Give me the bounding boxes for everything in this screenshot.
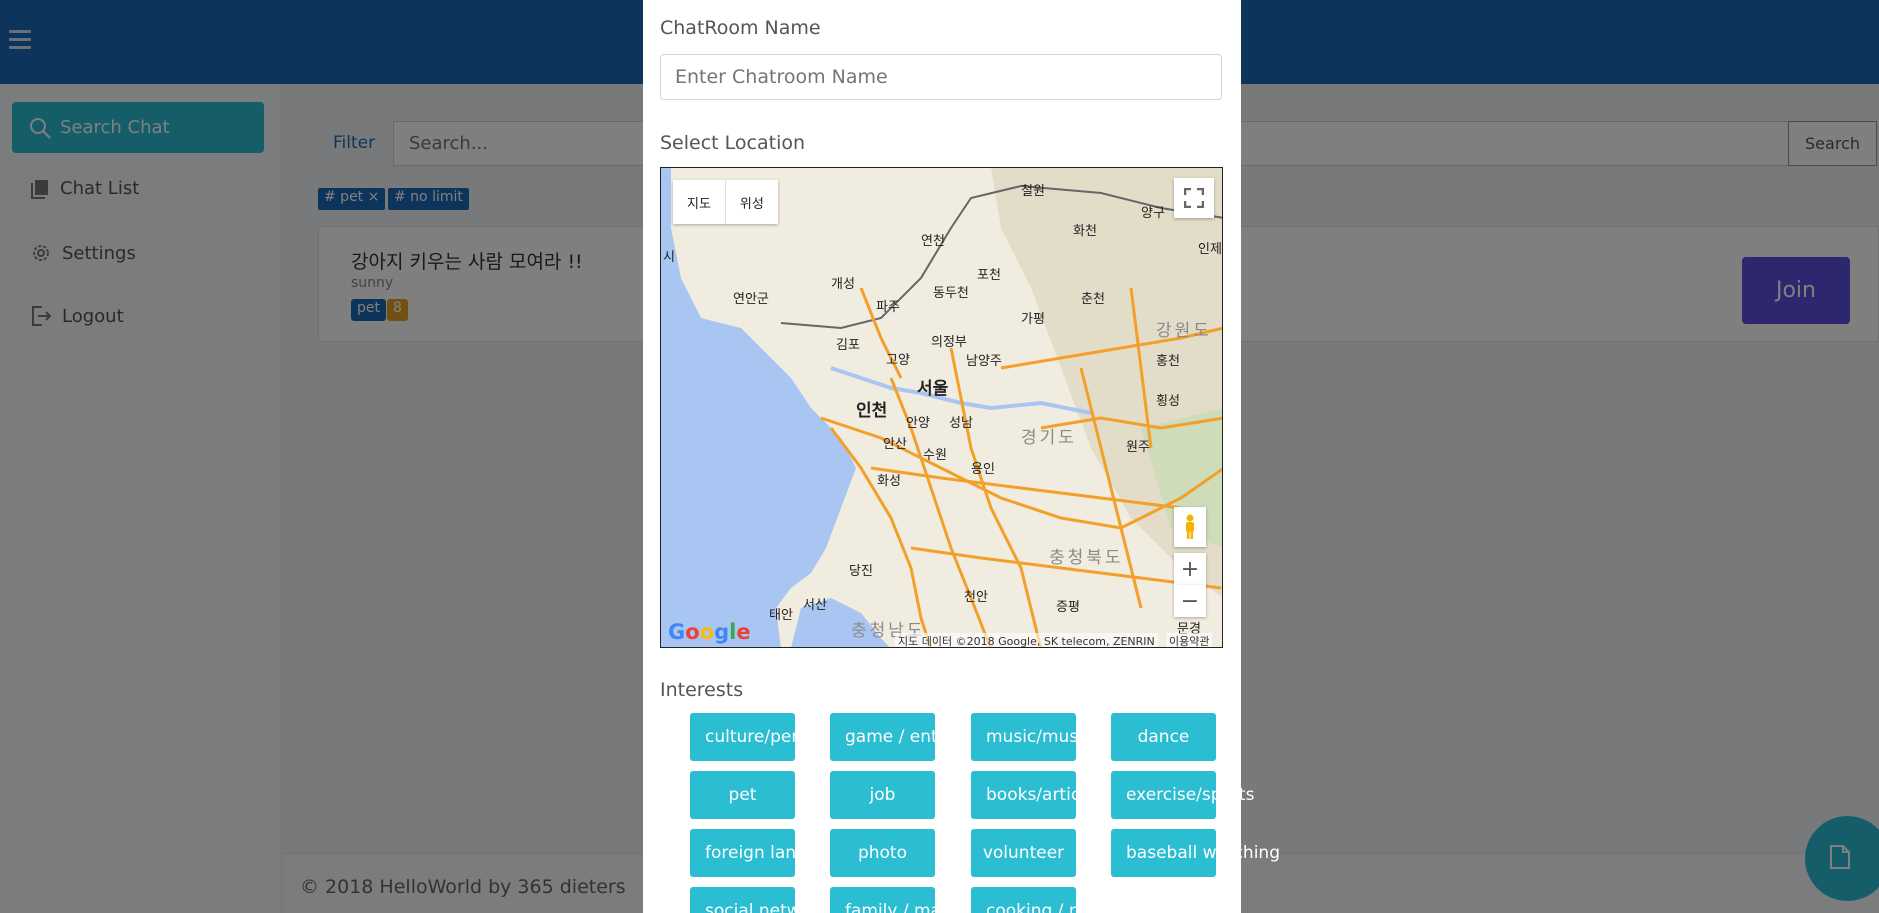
map-city-label: 양구	[1141, 206, 1165, 221]
google-logo: Google	[668, 620, 751, 644]
map-city-label: 김포	[836, 338, 860, 353]
map-city-label: 홍천	[1156, 354, 1180, 369]
map-region-label: 충청북도	[1049, 548, 1124, 568]
chatroom-name-label: ChatRoom Name	[660, 17, 821, 39]
map-city-label: 화성	[877, 474, 901, 489]
map-type-map-button[interactable]: 지도	[673, 180, 726, 224]
map-terms-link[interactable]: 이용약관	[1166, 633, 1213, 647]
map-city-label: 의정부	[931, 335, 967, 350]
map-city-label: 횡성	[1156, 394, 1180, 409]
map-city-label: 인제	[1198, 242, 1222, 257]
interest-social-network[interactable]: social network	[690, 887, 795, 913]
map-city-label: 개성	[831, 277, 855, 292]
map-city-label: 용인	[971, 462, 995, 477]
interest-game-entertainment[interactable]: game / entertainment	[830, 713, 935, 761]
map-copyright: 지도 데이터 ©2018 Google, SK telecom, ZENRIN	[895, 633, 1158, 647]
map-city-label: 동두천	[933, 286, 969, 301]
street-view-pegman-icon[interactable]	[1174, 507, 1206, 547]
map-city-label: 연안군	[733, 292, 769, 307]
map-city-label: 고양	[886, 353, 910, 368]
map-city-label: 연천	[921, 234, 945, 249]
map-city-label-seoul: 서울	[917, 379, 949, 399]
interest-baseball-watching[interactable]: baseball watching	[1111, 829, 1280, 877]
interests-label: Interests	[660, 679, 744, 701]
interest-foreign-language[interactable]: foreign language	[690, 829, 795, 877]
location-map[interactable]: 지도 위성 + − 철원 화천 양구 인제 연천 포천 춘천 개성 동두천 파주…	[660, 167, 1223, 648]
map-city-label: 포천	[977, 268, 1001, 283]
interest-family-marriage[interactable]: family / marriage	[830, 887, 935, 913]
map-city-label: 시	[663, 250, 675, 265]
map-city-label: 안산	[883, 437, 907, 452]
interest-photo[interactable]: photo	[830, 829, 935, 877]
interest-music-musical[interactable]: music/musical	[971, 713, 1076, 761]
fullscreen-icon[interactable]	[1174, 178, 1214, 218]
interest-cooking-recipe[interactable]: cooking / recipe	[971, 887, 1076, 913]
map-city-label: 천안	[964, 590, 988, 605]
interest-job[interactable]: job	[830, 771, 935, 819]
map-city-label: 수원	[923, 448, 947, 463]
map-city-label-incheon: 인천	[856, 401, 888, 421]
map-city-label: 당진	[849, 564, 873, 579]
map-city-label: 파주	[876, 300, 900, 315]
interest-exercise-sports[interactable]: exercise/sports	[1111, 771, 1254, 819]
map-city-label: 철원	[1021, 184, 1045, 199]
zoom-out-button[interactable]: −	[1174, 585, 1206, 617]
map-city-label: 화천	[1073, 224, 1097, 239]
map-city-label: 춘천	[1081, 292, 1105, 307]
interest-pet[interactable]: pet	[690, 771, 795, 819]
map-type-control: 지도 위성	[673, 180, 778, 224]
interest-books-articles[interactable]: books/articles	[971, 771, 1076, 819]
map-city-label: 가평	[1021, 312, 1045, 327]
map-city-label: 원주	[1126, 440, 1150, 455]
map-region-label: 경기도	[1021, 428, 1077, 448]
interest-volunteer[interactable]: volunteer	[971, 829, 1076, 877]
zoom-in-button[interactable]: +	[1174, 553, 1206, 585]
map-city-label: 안양	[906, 416, 930, 431]
select-location-label: Select Location	[660, 132, 806, 154]
map-type-satellite-button[interactable]: 위성	[726, 180, 778, 224]
map-region-label: 강원도	[1156, 321, 1212, 341]
create-chatroom-modal: ChatRoom Name Select Location	[643, 0, 1280, 913]
map-city-label: 증평	[1056, 600, 1080, 615]
map-city-label: 태안	[769, 608, 793, 623]
map-city-label: 성남	[949, 416, 973, 431]
map-city-label: 남양주	[966, 354, 1002, 369]
interest-dance[interactable]: dance	[1111, 713, 1216, 761]
map-city-label: 서산	[803, 598, 827, 613]
chatroom-name-input[interactable]	[660, 54, 1222, 100]
interest-culture-performance[interactable]: culture/performance	[690, 713, 795, 761]
